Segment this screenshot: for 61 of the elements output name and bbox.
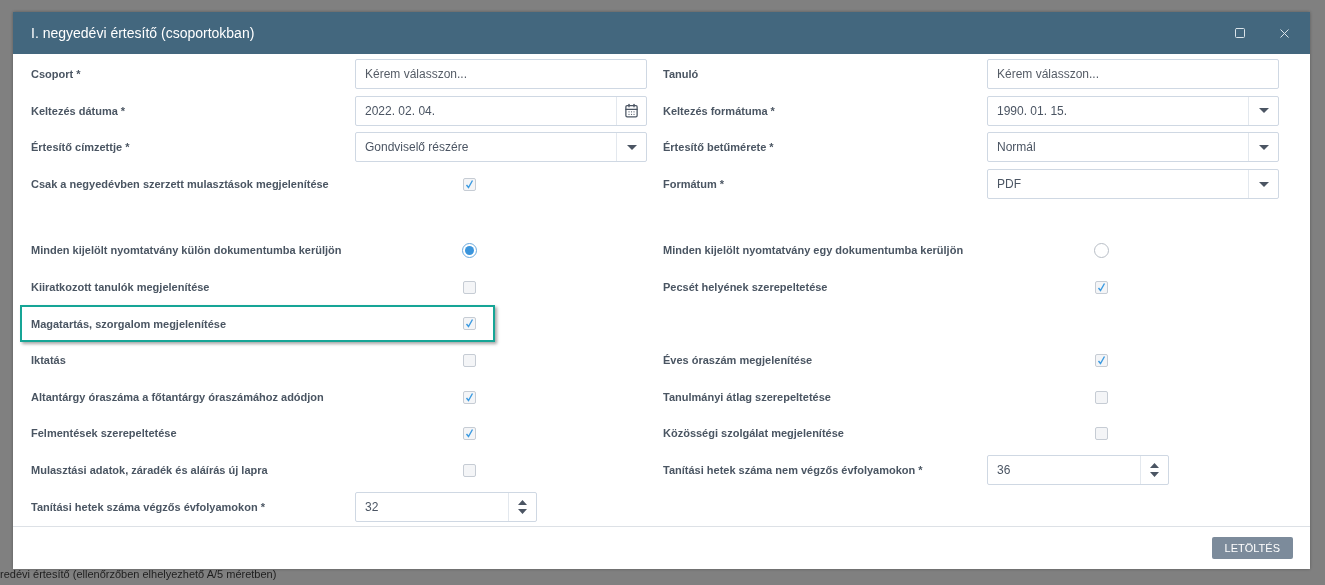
maximize-icon[interactable] [1234,27,1246,39]
radio-button[interactable] [1094,243,1109,259]
field-label: Keltezés formátuma * [663,103,776,119]
field-label: Iktatás [31,353,67,369]
field-label: Tanítási hetek száma végzős évfolyamokon * [31,499,266,515]
spinner-icon[interactable] [518,499,527,514]
background-text: redévi értesítő (ellenőrzőben elhelyezhető A/5 méretben) [0,568,277,580]
dropdown-field[interactable]: 1990. 01. 15. [987,95,1279,126]
caret-icon [1258,145,1269,150]
field-label: Felmentések szerepeltetése [31,426,178,442]
radio-button[interactable] [462,243,477,259]
checkbox[interactable] [1095,353,1108,367]
field-value: 2022. 02. 04. [364,102,437,120]
checkbox[interactable] [1095,390,1108,404]
checkbox[interactable] [463,427,476,441]
calendar-icon[interactable] [624,103,639,119]
field-label: Tanulmányi átlag szerepeltetése [663,389,832,405]
field-label: Altantárgy óraszáma a főtantárgy óraszámához adódjon [31,389,325,405]
caret-icon [626,145,637,150]
checkbox[interactable] [1095,427,1108,441]
dialog-title: I. negyedévi értesítő (csoportokban) [31,23,256,43]
dropdown-field[interactable]: Normál [987,132,1279,163]
dropdown-field[interactable]: Gondviselő részére [355,132,647,163]
caret-icon [1258,108,1269,114]
select-field[interactable]: Kérem válasszon... [987,59,1279,90]
field-value: 32 [364,498,380,516]
checkbox[interactable] [463,177,476,191]
dropdown-field[interactable]: PDF [987,169,1279,200]
field-value: Gondviselő részére [364,139,470,157]
field-label: Értesítő címzettje * [31,140,131,156]
spinner-icon[interactable] [1150,463,1159,478]
field-label: Mulasztási adatok, záradék és aláírás új lapra [31,463,269,478]
field-label: Keltezés dátuma * [31,103,127,119]
caret-icon [1258,181,1269,187]
field-value: Normál [996,139,1037,157]
field-label: Minden kijelölt nyomtatvány egy dokumentumba kerüljön [663,243,965,259]
field-label: Tanítási hetek száma nem végzős évfolyamokon * [663,463,924,478]
field-label: Értesítő betűmérete * [663,140,775,156]
date-field[interactable]: 2022. 02. 04. [355,95,647,126]
number-field[interactable]: 36 [987,455,1169,486]
checkbox[interactable] [463,317,476,331]
checkbox[interactable] [463,280,476,294]
field-label: Éves óraszám megjelenítése [663,353,814,369]
field-value: 1990. 01. 15. [996,102,1069,120]
field-value: PDF [996,176,1022,194]
field-label: Csoport * [31,67,82,83]
field-label: Közösségi szolgálat megjelenítése [663,426,845,442]
checkbox[interactable] [463,463,476,477]
field-label: Pecsét helyének szerepeltetése [663,280,829,295]
field-label: Magatartás, szorgalom megjelenítése [31,316,227,332]
field-label: Kiiratkozott tanulók megjelenítése [31,280,211,295]
number-field[interactable]: 32 [355,491,537,522]
field-label: Formátum * [663,176,726,192]
checkbox[interactable] [463,353,476,367]
field-label: Minden kijelölt nyomtatvány külön dokumentumba kerüljön [31,243,343,259]
field-label: Csak a negyedévben szerzett mulasztások megjelenítése [31,176,330,192]
field-value: 36 [996,462,1012,480]
checkbox[interactable] [1095,280,1108,294]
checkbox[interactable] [463,390,476,404]
field-label: Tanuló [663,67,700,83]
select-field[interactable]: Kérem válasszon... [355,59,647,90]
